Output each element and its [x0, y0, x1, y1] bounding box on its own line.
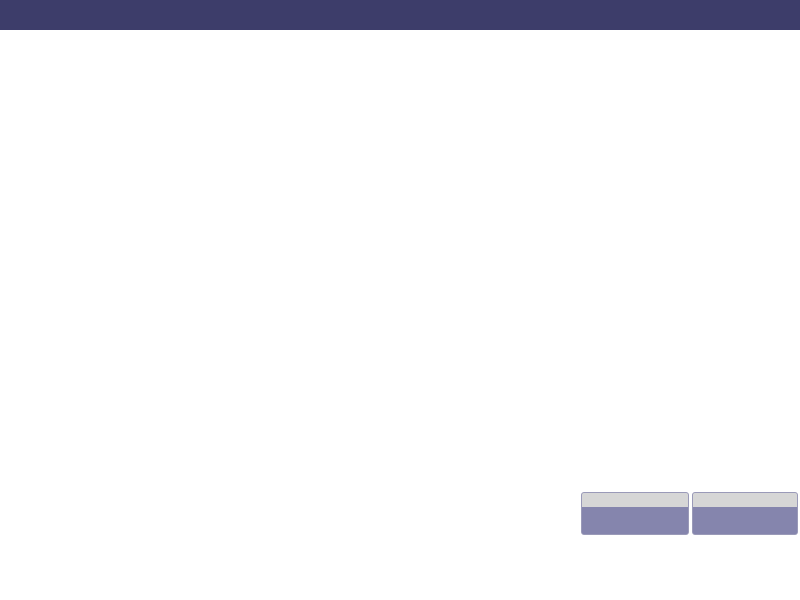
- menu-bar: [0, 0, 800, 30]
- timebase-panel[interactable]: [581, 492, 689, 535]
- trigger-panel[interactable]: [692, 492, 798, 535]
